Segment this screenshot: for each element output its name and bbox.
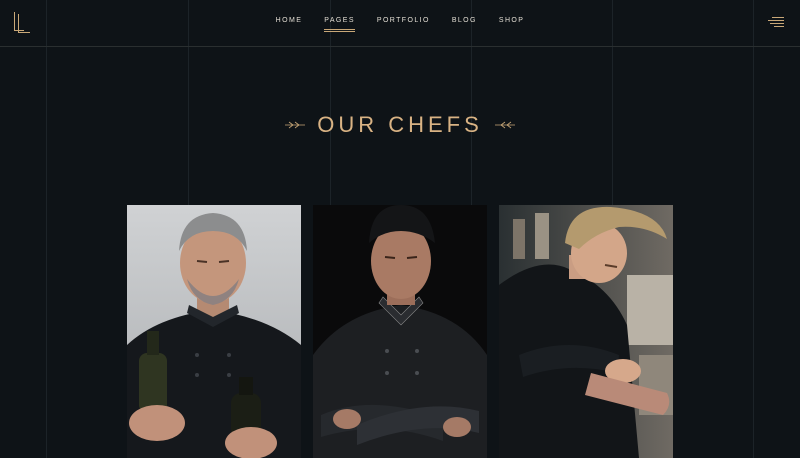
ornament-right-icon <box>494 121 515 129</box>
chef-photo-icon <box>313 205 487 458</box>
chef-card[interactable] <box>127 205 301 458</box>
hamburger-menu-icon[interactable] <box>768 17 784 28</box>
header-divider <box>0 46 800 47</box>
chef-photo-icon <box>499 205 673 458</box>
chef-card[interactable] <box>313 205 487 458</box>
grid-line <box>46 0 47 458</box>
nav-item-portfolio[interactable]: PORTFOLIO <box>366 17 441 24</box>
chef-card[interactable] <box>499 205 673 458</box>
ornament-left-icon <box>285 121 306 129</box>
section-heading: OUR CHEFS <box>0 112 800 138</box>
page-title: OUR CHEFS <box>317 112 483 137</box>
main-nav: HOME PAGES PORTFOLIO BLOG SHOP <box>0 17 800 32</box>
nav-item-home[interactable]: HOME <box>265 17 314 24</box>
chef-photo-icon <box>127 205 301 458</box>
site-header: HOME PAGES PORTFOLIO BLOG SHOP <box>0 0 800 46</box>
nav-item-blog[interactable]: BLOG <box>441 17 488 24</box>
grid-line <box>753 0 754 458</box>
nav-item-shop[interactable]: SHOP <box>488 17 535 24</box>
nav-item-pages[interactable]: PAGES <box>313 17 366 32</box>
